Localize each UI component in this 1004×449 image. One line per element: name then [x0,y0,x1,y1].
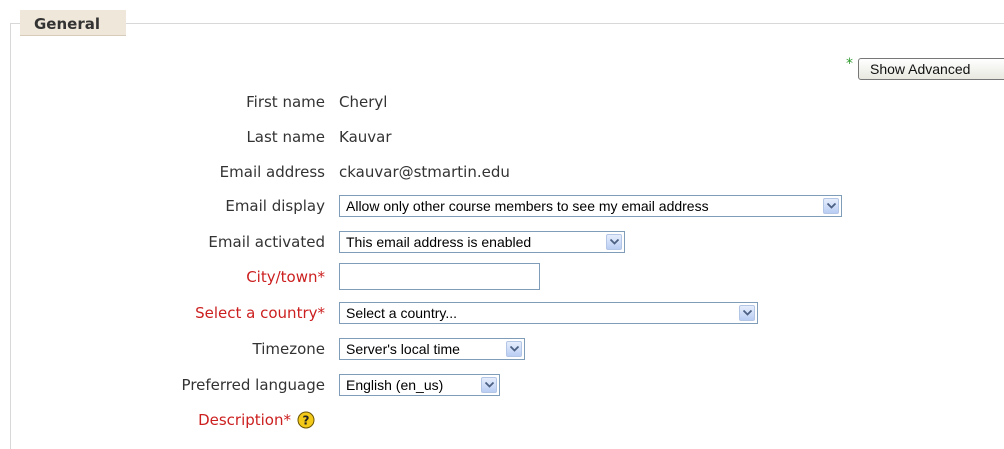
country-select[interactable]: Select a country... [339,302,758,324]
first-name-label: First name [246,93,325,111]
first-name-value: Cheryl [339,93,388,111]
timezone-label: Timezone [252,340,326,358]
language-select[interactable]: English (en_us) [339,374,500,396]
email-address-label: Email address [219,163,325,181]
country-selected: Select a country... [346,305,458,321]
fieldset-border-left [10,23,11,449]
chevron-down-icon[interactable] [606,234,622,250]
required-marker: * [317,268,326,286]
country-label: Select a country* [195,304,325,322]
city-input[interactable] [339,263,540,290]
advanced-marker: * [846,56,853,72]
last-name-value: Kauvar [339,128,392,146]
email-activated-selected: This email address is enabled [346,234,532,250]
language-selected: English (en_us) [346,377,444,393]
show-advanced-button[interactable]: Show Advanced [858,58,1004,80]
required-marker: * [317,304,326,322]
language-label: Preferred language [181,376,325,394]
timezone-selected: Server's local time [346,341,460,357]
email-activated-label: Email activated [208,233,325,251]
fieldset-legend: General [20,10,126,36]
help-icon[interactable]: ? [297,411,315,429]
email-activated-select[interactable]: This email address is enabled [339,231,625,253]
description-label: Description* [198,411,291,429]
email-display-select[interactable]: Allow only other course members to see m… [339,195,842,217]
last-name-label: Last name [246,128,325,146]
city-label: City/town* [246,268,325,286]
timezone-select[interactable]: Server's local time [339,338,525,360]
email-display-label: Email display [225,197,325,215]
svg-text:?: ? [303,414,310,428]
chevron-down-icon[interactable] [506,341,522,357]
chevron-down-icon[interactable] [823,198,839,214]
email-display-selected: Allow only other course members to see m… [346,198,709,214]
fieldset-border [10,23,1004,24]
required-marker: * [283,411,292,429]
email-address-value: ckauvar@stmartin.edu [339,163,510,181]
chevron-down-icon[interactable] [481,377,497,393]
chevron-down-icon[interactable] [739,305,755,321]
